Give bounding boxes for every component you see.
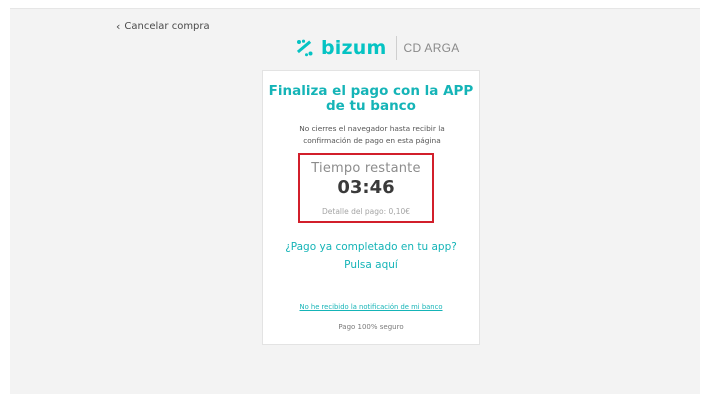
payment-completed-question: ¿Pago ya completado en tu app?: [285, 241, 457, 253]
brand-divider: [395, 36, 397, 60]
browser-warning: No cierres el navegador hasta recibir la…: [283, 123, 461, 146]
timer-value: 03:46: [337, 177, 395, 198]
bizum-logo: bizum: [295, 37, 387, 59]
browser-warning-line2: confirmación de pago en esta página: [303, 135, 441, 145]
cancel-purchase-link[interactable]: ‹ Cancelar compra: [116, 21, 210, 32]
payment-detail: Detalle del pago: 0,10€: [321, 207, 411, 216]
bizum-logo-icon: [296, 39, 313, 57]
chevron-left-icon: ‹: [116, 20, 121, 33]
no-notification-link[interactable]: No he recibido la notificación de mi ban…: [263, 303, 479, 311]
card-title: Finaliza el pago con la APP de tu banco: [263, 84, 479, 114]
cancel-purchase-label: Cancelar compra: [124, 21, 210, 32]
browser-warning-line1: No cierres el navegador hasta recibir la: [299, 124, 445, 133]
card-title-line2: de tu banco: [326, 98, 416, 114]
merchant-name: CD ARGA: [403, 41, 460, 55]
card-title-line1: Finaliza el pago con la APP: [268, 83, 474, 99]
secure-payment-text: Pago 100% seguro: [338, 323, 404, 331]
brand-header: bizum CD ARGA: [295, 36, 460, 60]
tap-here-link[interactable]: Pulsa aquí: [263, 259, 479, 271]
payment-card: Finaliza el pago con la APP de tu banco …: [262, 70, 480, 345]
brand-name: bizum: [321, 37, 387, 59]
timer-box: Tiempo restante 03:46 Detalle del pago: …: [298, 153, 434, 223]
timer-label: Tiempo restante: [311, 161, 421, 176]
page: ‹ Cancelar compra bizum CD ARGA Finaliza…: [0, 0, 701, 394]
